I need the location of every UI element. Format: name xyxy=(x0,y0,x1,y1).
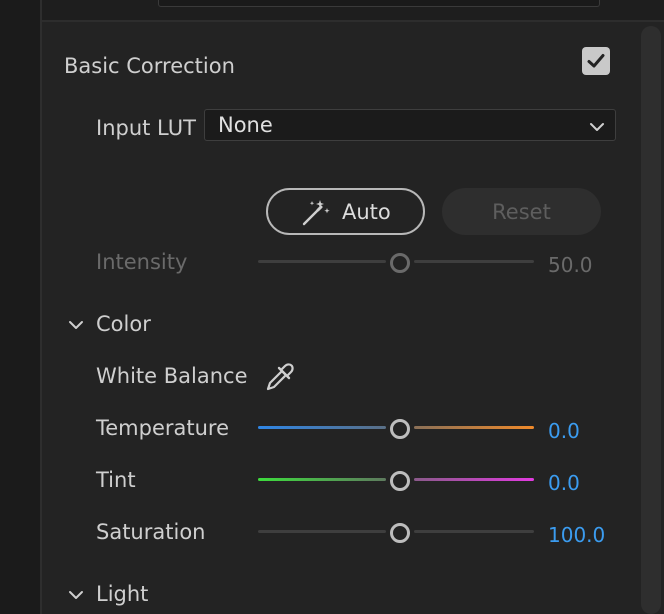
tint-track-green xyxy=(258,478,386,481)
tint-label: Tint xyxy=(96,468,136,492)
light-section-title[interactable]: Light xyxy=(96,580,148,608)
lumetri-color-panel: Basic Correction Input LUT None Auto Res… xyxy=(0,0,664,614)
top-field[interactable] xyxy=(158,0,600,7)
white-balance-label: White Balance xyxy=(96,364,248,388)
chevron-down-icon[interactable] xyxy=(68,586,84,605)
temperature-track-warm xyxy=(414,426,534,429)
magic-wand-icon xyxy=(301,199,331,231)
top-bar xyxy=(42,0,664,20)
tint-track-magenta xyxy=(414,478,534,481)
saturation-slider[interactable] xyxy=(258,522,534,543)
chevron-down-icon xyxy=(589,118,605,137)
color-section-title[interactable]: Color xyxy=(96,310,151,338)
intensity-track-right xyxy=(414,260,534,263)
reset-button[interactable]: Reset xyxy=(442,188,601,235)
checkmark-icon xyxy=(587,54,605,68)
intensity-label: Intensity xyxy=(96,250,188,274)
saturation-label: Saturation xyxy=(96,520,206,544)
intensity-track-left xyxy=(258,260,386,263)
temperature-value[interactable]: 0.0 xyxy=(548,417,580,445)
tint-slider-handle[interactable] xyxy=(390,471,410,491)
tint-value[interactable]: 0.0 xyxy=(548,469,580,497)
left-panel-edge xyxy=(0,0,40,614)
saturation-slider-handle[interactable] xyxy=(390,523,410,543)
basic-correction-enable-checkbox[interactable] xyxy=(582,47,610,75)
scrollbar-thumb[interactable] xyxy=(641,26,661,614)
auto-button-label: Auto xyxy=(342,200,391,224)
input-lut-dropdown[interactable]: None xyxy=(204,109,616,141)
temperature-track-cool xyxy=(258,426,386,429)
reset-button-label: Reset xyxy=(492,200,551,224)
saturation-value[interactable]: 100.0 xyxy=(548,521,605,549)
temperature-slider[interactable] xyxy=(258,418,534,439)
chevron-down-icon[interactable] xyxy=(68,316,84,335)
input-lut-label: Input LUT xyxy=(96,116,196,140)
intensity-value[interactable]: 50.0 xyxy=(548,251,593,279)
section-title: Basic Correction xyxy=(64,54,235,78)
auto-button[interactable]: Auto xyxy=(266,188,425,235)
intensity-slider-handle[interactable] xyxy=(390,253,410,273)
intensity-slider[interactable] xyxy=(258,252,534,273)
input-lut-value: None xyxy=(218,113,273,137)
temperature-slider-handle[interactable] xyxy=(390,419,410,439)
saturation-track-left xyxy=(258,530,386,533)
tint-slider[interactable] xyxy=(258,470,534,491)
saturation-track-right xyxy=(414,530,534,533)
temperature-label: Temperature xyxy=(96,416,230,440)
eyedropper-icon[interactable] xyxy=(264,361,296,397)
